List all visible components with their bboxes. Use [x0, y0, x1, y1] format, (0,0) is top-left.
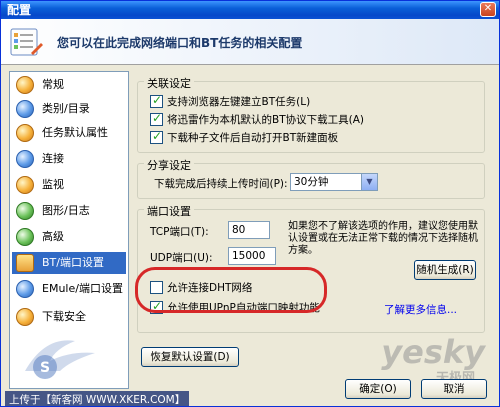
- checkbox-box[interactable]: [150, 130, 163, 144]
- bt-icon: [16, 254, 34, 272]
- chevron-down-icon: ▼: [361, 174, 377, 190]
- sidebar-item-label: 常规: [42, 78, 64, 91]
- sidebar-item-label: BT/端口设置: [42, 256, 104, 269]
- tcp-port-label: TCP端口(T):: [150, 226, 209, 238]
- annotation-highlight-circle: [135, 267, 327, 313]
- sidebar-item-connection[interactable]: 连接: [12, 148, 126, 170]
- random-generate-button[interactable]: 随机生成(R): [414, 260, 476, 280]
- sidebar-item-label: 监视: [42, 178, 64, 191]
- port-hint-text: 如果您不了解该选项的作用，建议您使用默认设置或在无法正常下载的情况下选择随机方案…: [288, 221, 478, 256]
- orange-globe-icon: [16, 76, 34, 94]
- title-bar: 配置 ✕: [1, 1, 499, 19]
- association-legend: 关联设定: [144, 75, 194, 91]
- sidebar-item-label: 下载安全: [42, 310, 86, 323]
- sidebar-item-advanced[interactable]: 高级: [12, 226, 126, 248]
- sidebar-item-label: 连接: [42, 152, 64, 165]
- share-group: 分享设定 下载完成后持续上传时间(P): 30分钟 ▼: [137, 157, 485, 199]
- sidebar-item-general[interactable]: 常规: [12, 74, 126, 96]
- sidebar-item-label: 高级: [42, 230, 64, 243]
- folder-globe-icon: [16, 100, 34, 118]
- learn-more-link[interactable]: 了解更多信息...: [384, 302, 457, 317]
- sidebar-item-label: 图形/日志: [42, 204, 90, 217]
- checkbox-box[interactable]: [150, 112, 163, 126]
- browser-left-click-checkbox[interactable]: 支持浏览器左键建立BT任务(L): [150, 94, 310, 110]
- advanced-icon: [16, 228, 34, 246]
- auto-open-bt-panel-checkbox[interactable]: 下载种子文件后自动打开BT新建面板: [150, 130, 338, 146]
- sidebar-item-label: 任务默认属性: [42, 126, 108, 139]
- emule-icon: [16, 280, 34, 298]
- sidebar-item-bt-port[interactable]: BT/端口设置: [12, 252, 126, 274]
- config-window: 配置 ✕ 您可以在此完成网络端口和BT任务的相关配置 常规 类别/目录 任务默认…: [0, 0, 500, 407]
- chart-icon: [16, 202, 34, 220]
- security-icon: [16, 308, 34, 326]
- sidebar-item-category[interactable]: 类别/目录: [12, 98, 126, 120]
- task-icon: [16, 124, 34, 142]
- header-banner: 您可以在此完成网络端口和BT任务的相关配置: [1, 19, 499, 65]
- winged-logo-icon: S: [25, 340, 95, 379]
- sidebar-item-task-defaults[interactable]: 任务默认属性: [12, 122, 126, 144]
- settings-wizard-icon: [10, 28, 43, 56]
- window-title: 配置: [7, 3, 32, 17]
- sidebar-item-graph-log[interactable]: 图形/日志: [12, 200, 126, 222]
- footer-bar: 上传于【新客网 WWW.XKER.COM】: [1, 391, 499, 406]
- close-button[interactable]: ✕: [480, 2, 496, 17]
- association-group: 关联设定 支持浏览器左键建立BT任务(L) 将迅雷作为本机默认的BT协议下载工具…: [137, 75, 485, 153]
- tcp-port-input[interactable]: 80: [228, 221, 270, 239]
- sidebar-item-emule-port[interactable]: EMule/端口设置: [12, 278, 126, 300]
- upload-duration-label: 下载完成后持续上传时间(P):: [154, 178, 288, 190]
- checkbox-box[interactable]: [150, 94, 163, 108]
- udp-port-label: UDP端口(U):: [150, 252, 213, 264]
- svg-text:S: S: [40, 360, 50, 376]
- bt-port-settings-panel: 关联设定 支持浏览器左键建立BT任务(L) 将迅雷作为本机默认的BT协议下载工具…: [137, 71, 489, 371]
- sidebar-item-label: 类别/目录: [42, 102, 90, 115]
- watermark-logo: yesky: [381, 333, 485, 371]
- port-legend: 端口设置: [144, 203, 194, 219]
- sidebar-item-download-security[interactable]: 下载安全: [12, 306, 126, 328]
- restore-defaults-button[interactable]: 恢复默认设置(D): [141, 347, 239, 367]
- share-legend: 分享设定: [144, 157, 194, 173]
- footer-upload-text: 上传于【新客网 WWW.XKER.COM】: [5, 391, 190, 406]
- connection-icon: [16, 150, 34, 168]
- udp-port-input[interactable]: 15000: [228, 247, 276, 265]
- default-bt-tool-checkbox[interactable]: 将迅雷作为本机默认的BT协议下载工具(A): [150, 112, 364, 128]
- header-description: 您可以在此完成网络端口和BT任务的相关配置: [57, 36, 303, 50]
- upload-duration-select[interactable]: 30分钟 ▼: [290, 173, 378, 191]
- sidebar-item-monitor[interactable]: 监视: [12, 174, 126, 196]
- monitor-icon: [16, 176, 34, 194]
- sidebar-item-label: EMule/端口设置: [42, 282, 123, 295]
